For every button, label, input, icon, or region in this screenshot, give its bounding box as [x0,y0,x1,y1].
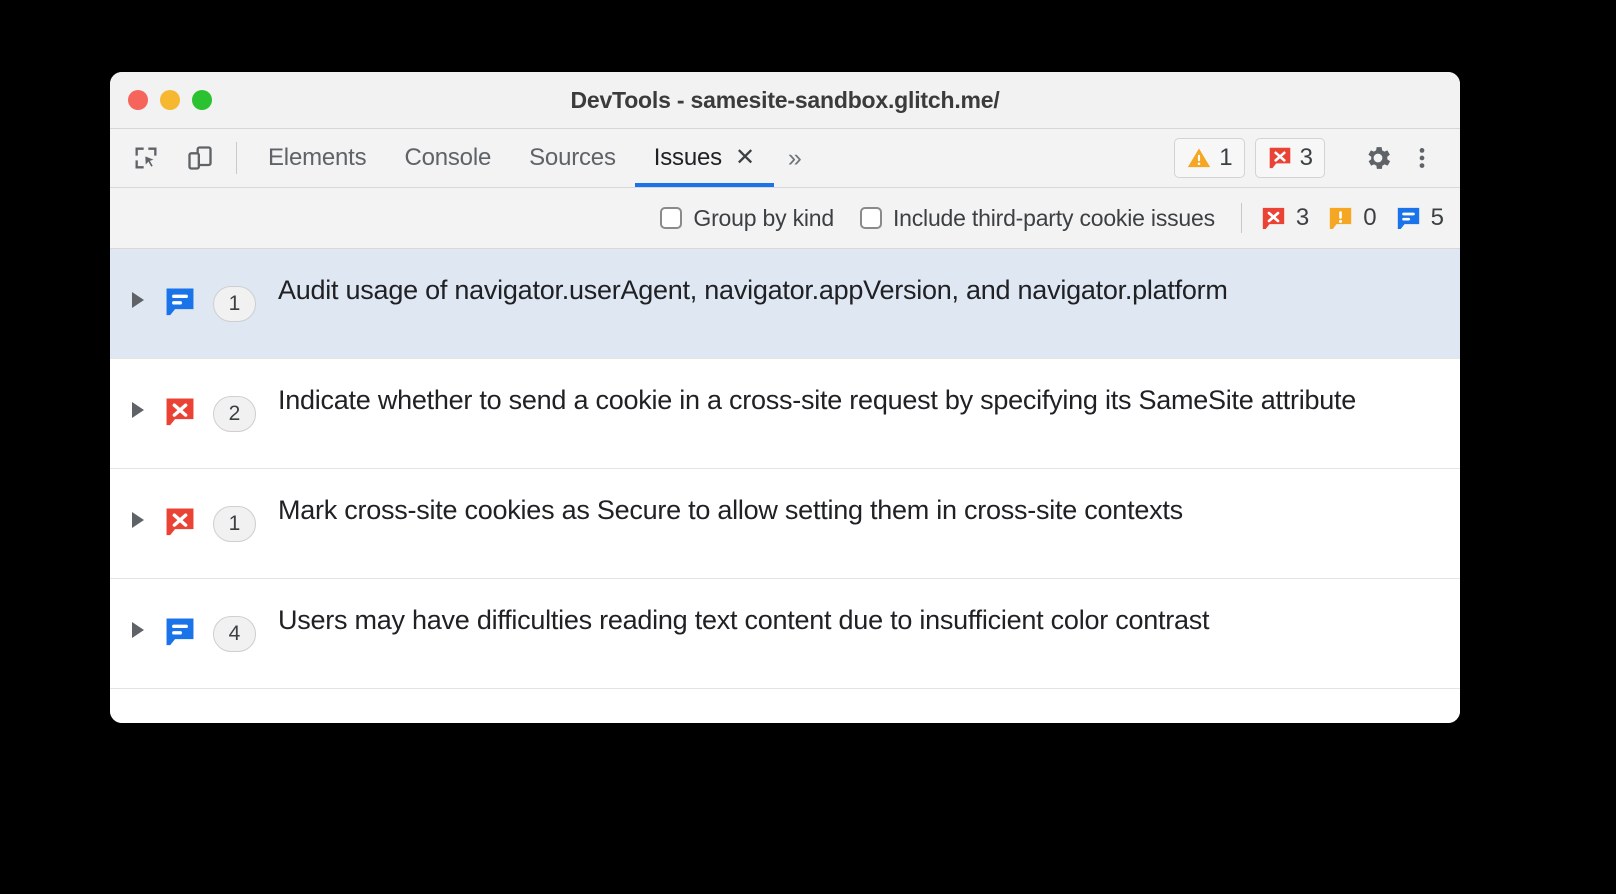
error-tally[interactable]: 3 [1260,204,1309,232]
inspect-element-button[interactable] [124,136,168,180]
info-bubble-icon [163,615,197,654]
expand-triangle-icon[interactable] [132,402,144,418]
info-bubble-icon [163,285,197,324]
warning-bubble-icon [1330,207,1352,229]
info-tally-count: 5 [1430,204,1444,231]
error-bubble-icon [163,395,197,434]
gear-icon [1368,147,1391,169]
tab-elements-label: Elements [268,144,367,171]
title-bar: DevTools - samesite-sandbox.glitch.me/ [110,72,1460,129]
more-tabs-icon[interactable]: » [774,129,816,187]
table-row[interactable]: 1 Audit usage of navigator.userAgent, na… [110,249,1460,359]
issue-count-badge: 1 [213,286,256,322]
error-bubble-icon [163,505,197,544]
group-by-kind-label: Group by kind [693,204,834,231]
include-third-party-label: Include third-party cookie issues [892,204,1215,231]
expand-triangle-icon[interactable] [132,622,144,638]
error-count-label: 3 [1299,144,1313,171]
info-tally[interactable]: 5 [1395,204,1444,232]
error-count-badge[interactable]: 3 [1254,138,1325,178]
filter-toolbar: Group by kind Include third-party cookie… [110,188,1460,249]
issues-list: 1 Audit usage of navigator.userAgent, na… [110,249,1460,723]
tab-bar: Elements Console Sources Issues ✕ » 1 3 [110,129,1460,188]
warning-tally-count: 0 [1363,204,1377,231]
table-row[interactable]: 1 Mark cross-site cookies as Secure to a… [110,469,1460,579]
close-icon[interactable]: ✕ [735,146,755,170]
expand-triangle-icon[interactable] [132,292,144,308]
device-toolbar-icon [188,146,212,170]
warning-count-label: 1 [1219,144,1233,171]
traffic-lights [128,90,212,110]
close-window-button[interactable] [128,90,148,110]
inspect-element-icon [135,147,157,169]
warning-tally[interactable]: 0 [1327,204,1377,232]
toolbar-divider [236,142,237,174]
include-third-party-checkbox[interactable]: Include third-party cookie issues [859,204,1215,232]
tab-sources-label: Sources [529,144,616,171]
panel-tabs: Elements Console Sources Issues ✕ » [249,129,816,187]
filter-divider [1240,203,1242,233]
tabbar-spacer [816,129,1175,187]
checkbox-icon[interactable] [859,207,882,229]
device-toolbar-button[interactable] [178,136,222,180]
error-tally-count: 3 [1295,204,1310,231]
table-row[interactable]: 2 Indicate whether to send a cookie in a… [110,359,1460,469]
tab-issues[interactable]: Issues ✕ [634,129,774,187]
tab-console-label: Console [404,144,492,171]
tab-console[interactable]: Console [385,129,510,187]
more-options-button[interactable] [1400,136,1444,180]
tabbar-status-area: 1 3 [1174,129,1460,187]
tab-issues-label: Issues [653,144,722,171]
info-bubble-icon [1397,207,1419,229]
settings-button[interactable] [1356,136,1400,180]
issue-count-badge: 2 [213,396,256,432]
maximize-window-button[interactable] [192,90,212,110]
window-title: DevTools - samesite-sandbox.glitch.me/ [570,86,1000,113]
expand-triangle-icon[interactable] [132,512,144,528]
minimize-window-button[interactable] [160,90,180,110]
issue-count-badge: 4 [213,616,256,652]
warning-triangle-icon [1188,148,1211,168]
table-row[interactable]: 4 Users may have difficulties reading te… [110,579,1460,689]
issue-title: Mark cross-site cookies as Secure to all… [278,495,1183,525]
issue-title: Users may have difficulties reading text… [278,605,1210,635]
devtools-window: DevTools - samesite-sandbox.glitch.me/ E… [110,72,1460,723]
issue-title: Audit usage of navigator.userAgent, navi… [278,275,1228,305]
group-by-kind-checkbox[interactable]: Group by kind [660,205,834,232]
tab-sources[interactable]: Sources [510,129,635,187]
tool-icons [124,129,222,187]
checkbox-icon[interactable] [660,207,683,229]
tab-elements[interactable]: Elements [249,129,385,187]
warning-count-badge[interactable]: 1 [1174,138,1245,178]
issue-count-badge: 1 [213,506,256,542]
error-bubble-icon [1262,207,1285,229]
issue-title: Indicate whether to send a cookie in a c… [278,385,1357,415]
kebab-menu-icon [1419,148,1425,168]
error-bubble-icon [1269,147,1290,169]
